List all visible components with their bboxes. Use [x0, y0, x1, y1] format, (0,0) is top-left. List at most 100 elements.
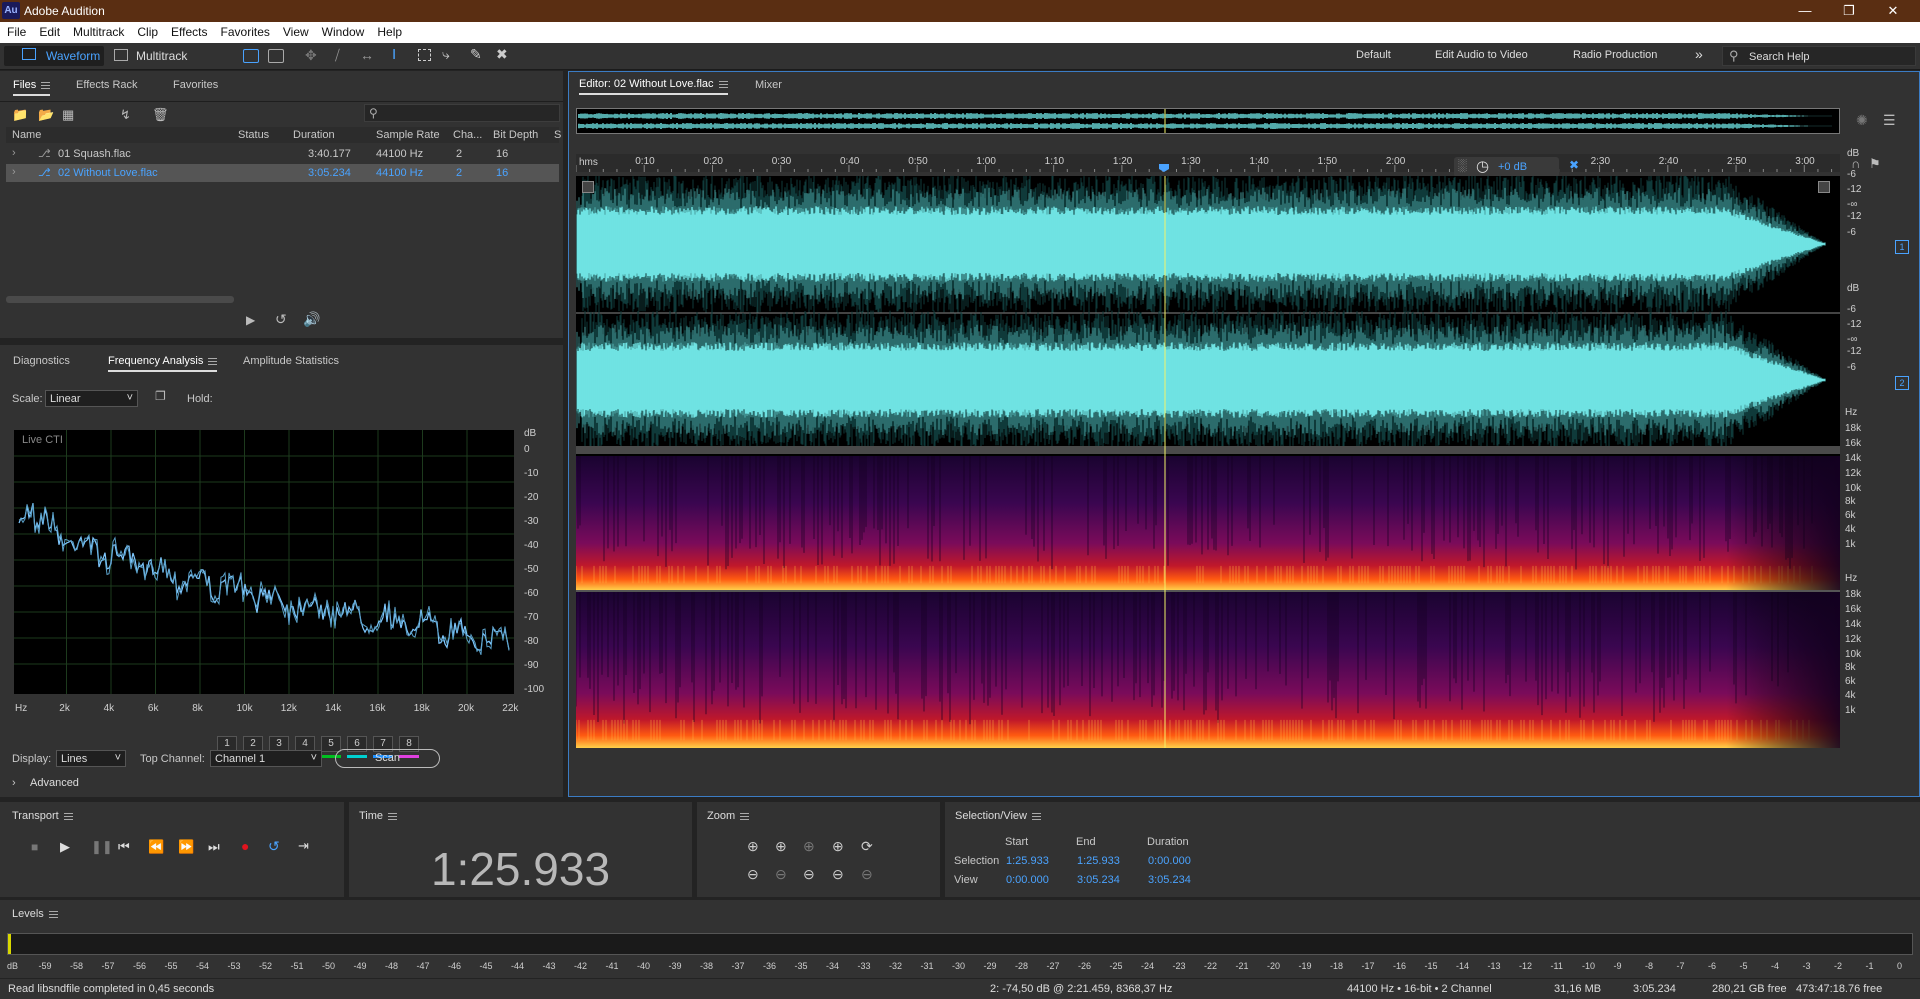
multitrack-button[interactable]: Multitrack — [112, 46, 192, 66]
menu-edit[interactable]: Edit — [32, 22, 66, 39]
zoom-in-amplitude-icon[interactable]: ⊕ — [747, 838, 759, 855]
hud-pin-icon[interactable]: ✖ — [1569, 158, 1579, 172]
tab-diagnostics[interactable]: Diagnostics — [13, 355, 70, 367]
menu-effects[interactable]: Effects — [164, 22, 213, 39]
tab-frequency-analysis[interactable]: Frequency Analysis — [108, 355, 218, 372]
selection-start[interactable]: 1:25.933 — [1006, 855, 1049, 867]
brush-tool-icon[interactable]: ✎ — [470, 46, 482, 63]
display-select[interactable]: Lines ˅ — [56, 750, 126, 767]
close-icon[interactable]: ✕ — [1878, 2, 1908, 20]
zoom-out-amplitude-icon[interactable]: ⊖ — [747, 866, 759, 883]
hold-button-5[interactable]: 5 — [321, 736, 341, 752]
lasso-tool-icon[interactable]: ⤷ — [442, 46, 450, 63]
advanced-toggle[interactable]: Advanced — [30, 777, 79, 789]
view-end[interactable]: 3:05.234 — [1077, 874, 1120, 886]
skip-start-icon[interactable]: ⏮ — [118, 839, 130, 855]
table-row[interactable]: › ⎇ 01 Squash.flac 3:40.177 44100 Hz 2 1… — [6, 145, 559, 163]
menu-multitrack[interactable]: Multitrack — [66, 22, 130, 39]
menu-window[interactable]: Window — [315, 22, 371, 39]
insert-icon[interactable]: ↯ — [120, 107, 131, 123]
menu-file[interactable]: File — [0, 22, 32, 39]
editor-menu-icon[interactable] — [718, 80, 728, 88]
files-scrollbar[interactable] — [6, 296, 234, 303]
loop-preview-icon[interactable]: ↺ — [275, 311, 287, 328]
rewind-icon[interactable]: ⏪ — [148, 839, 164, 855]
zoom-out-time-icon[interactable]: ⊖ — [775, 866, 787, 883]
col-sample-rate[interactable]: Sample Rate — [376, 129, 440, 141]
tab-favorites[interactable]: Favorites — [173, 79, 218, 91]
tab-effects-rack[interactable]: Effects Rack — [76, 79, 138, 91]
new-file-icon[interactable]: ▦ — [62, 107, 74, 123]
autoplay-icon[interactable]: 🔊 — [303, 311, 320, 328]
waveform-area[interactable] — [576, 176, 1840, 748]
selection-duration[interactable]: 0:00.000 — [1148, 855, 1191, 867]
move-tool-icon[interactable]: ✥ — [305, 47, 317, 64]
zoom-in-point-icon[interactable]: ⊕ — [803, 838, 815, 855]
channel-corner-icon[interactable] — [582, 181, 594, 193]
tab-files[interactable]: Files — [13, 79, 51, 96]
level-meter[interactable] — [7, 933, 1913, 955]
spot-healing-icon[interactable]: ✖ — [496, 46, 508, 63]
gain-value[interactable]: +0 dB — [1498, 161, 1527, 173]
panel-options-icon[interactable]: ☰ — [1883, 112, 1896, 129]
stop-icon[interactable]: ■ — [31, 840, 38, 854]
waveform-button[interactable]: Waveform — [4, 46, 104, 66]
marker-icon[interactable]: ⚑ — [1869, 156, 1881, 172]
zoom-in-time-icon[interactable]: ⊕ — [775, 838, 787, 855]
col-duration[interactable]: Duration — [293, 129, 335, 141]
col-bit-depth[interactable]: Bit Depth — [493, 129, 538, 141]
zoom-reset-icon[interactable]: ⟳ — [861, 838, 873, 855]
zoom-track-icon[interactable]: ⊖ — [861, 866, 873, 883]
overview-bar[interactable] — [576, 108, 1840, 134]
view-start[interactable]: 0:00.000 — [1006, 874, 1049, 886]
col-s[interactable]: S — [554, 129, 561, 141]
delete-icon[interactable]: 🗑 — [152, 107, 169, 123]
open-folder-icon[interactable]: 📁 — [12, 107, 28, 123]
zoom-out-all-icon[interactable]: ⊖ — [832, 866, 844, 883]
record-icon[interactable]: ● — [241, 838, 249, 854]
pause-icon[interactable]: ❚❚ — [91, 839, 113, 855]
import-file-icon[interactable]: 📂 — [38, 107, 54, 123]
skip-end-icon[interactable]: ⏭ — [208, 839, 220, 855]
channel-1-badge[interactable]: 1 — [1895, 240, 1909, 254]
loop-icon[interactable]: ↺ — [268, 838, 280, 855]
col-name[interactable]: Name — [12, 129, 41, 141]
fast-forward-icon[interactable]: ⏩ — [178, 839, 194, 855]
tab-mixer[interactable]: Mixer — [755, 79, 782, 91]
play-icon[interactable]: ▶ — [60, 839, 70, 855]
spectral-view-icon[interactable] — [268, 49, 284, 63]
zoom-selection-icon[interactable]: ⊕ — [832, 838, 844, 855]
menu-favorites[interactable]: Favorites — [214, 22, 276, 39]
workspace-default[interactable]: Default — [1356, 49, 1391, 61]
frequency-menu-icon[interactable] — [208, 357, 218, 365]
view-duration[interactable]: 3:05.234 — [1148, 874, 1191, 886]
minimize-icon[interactable]: — — [1790, 2, 1820, 20]
expand-icon[interactable]: › — [12, 147, 16, 159]
play-preview-icon[interactable]: ▶ — [246, 313, 255, 327]
volume-knob-icon[interactable]: ◷ — [1476, 157, 1489, 175]
search-help-box[interactable]: ⚲ Search Help — [1722, 46, 1916, 66]
selection-end[interactable]: 1:25.933 — [1077, 855, 1120, 867]
more-workspaces-icon[interactable]: » — [1695, 46, 1703, 62]
menu-help[interactable]: Help — [370, 22, 408, 39]
search-help-input[interactable]: Search Help — [1749, 51, 1810, 63]
scale-select[interactable]: Linear ˅ — [45, 390, 138, 407]
skip-selection-icon[interactable]: ⇥ — [298, 838, 309, 854]
current-time-display[interactable]: 1:25.933 — [349, 842, 692, 896]
tab-editor[interactable]: Editor: 02 Without Love.flac — [579, 78, 728, 95]
top-channel-select[interactable]: Channel 1 ˅ — [210, 750, 322, 767]
channel-corner-icon-right[interactable] — [1818, 181, 1830, 193]
advanced-chevron-icon[interactable]: › — [12, 777, 16, 789]
col-status[interactable]: Status — [238, 129, 269, 141]
razor-tool-icon[interactable]: ⧸ — [335, 47, 340, 64]
tab-amplitude-statistics[interactable]: Amplitude Statistics — [243, 355, 339, 367]
zoom-nav-icon[interactable]: ✺ — [1856, 112, 1868, 129]
waveform-view-icon[interactable] — [243, 49, 259, 63]
copy-icon[interactable]: ❐ — [155, 389, 166, 403]
time-ruler[interactable]: hms 0:10 0:20 0:30 0:40 0:50 1:00 1:10 1:20 1:30… — [576, 154, 1840, 172]
slip-tool-icon[interactable]: ↔ — [360, 47, 374, 63]
workspace-radio-production[interactable]: Radio Production — [1573, 49, 1657, 61]
time-selection-tool-icon[interactable]: I — [392, 46, 396, 63]
expand-icon[interactable]: › — [12, 166, 16, 178]
marquee-tool-icon[interactable] — [418, 49, 431, 61]
